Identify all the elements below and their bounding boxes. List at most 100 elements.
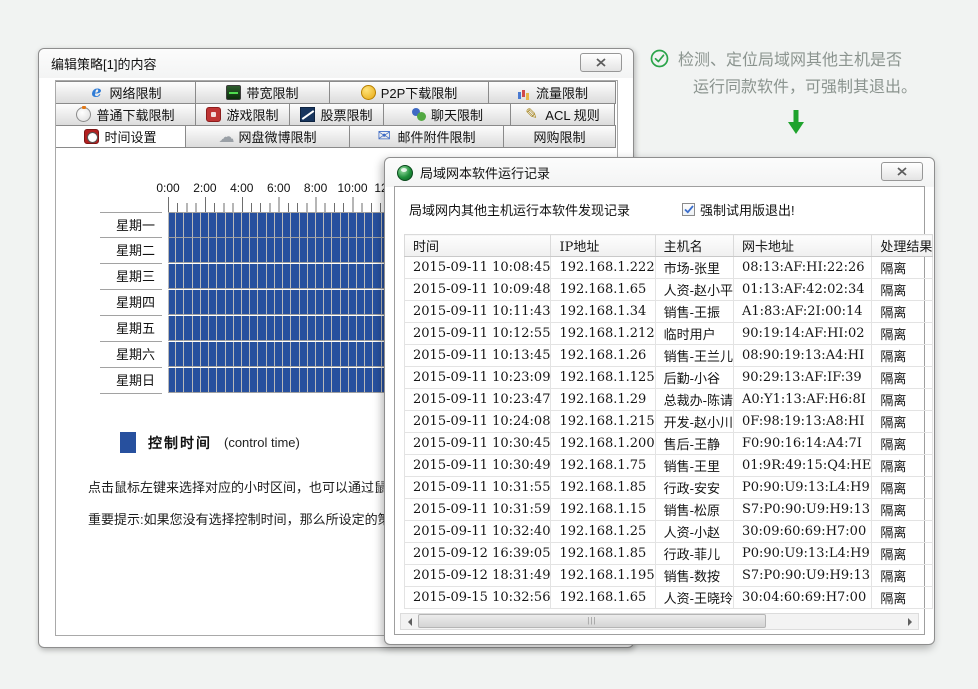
schedule-cell[interactable] [324, 316, 333, 341]
schedule-cell[interactable] [283, 316, 292, 341]
schedule-cell[interactable] [266, 342, 275, 367]
schedule-cell[interactable] [200, 290, 210, 315]
schedule-cell[interactable] [299, 264, 308, 289]
schedule-cell[interactable] [225, 368, 234, 393]
schedule-cell[interactable] [348, 316, 358, 341]
schedule-cell[interactable] [168, 368, 177, 393]
schedule-cell[interactable] [192, 316, 201, 341]
schedule-cell[interactable] [266, 264, 275, 289]
schedule-cell[interactable] [315, 264, 325, 289]
schedule-cell[interactable] [307, 316, 316, 341]
schedule-cell[interactable] [274, 290, 284, 315]
schedule-cell[interactable] [258, 212, 267, 238]
schedule-cell[interactable] [299, 316, 308, 341]
table-row[interactable]: 2015-09-11 10:13:45 192.168.1.26 销售-王兰儿 08:… [403, 344, 934, 367]
table-row[interactable]: 2015-09-11 10:30:45 192.168.1.200 售后-王静 F0:… [403, 432, 934, 455]
schedule-cell[interactable] [266, 368, 275, 393]
schedule-cell[interactable] [357, 238, 366, 263]
schedule-cell[interactable] [315, 212, 325, 238]
schedule-cell[interactable] [324, 368, 333, 393]
schedule-cell[interactable] [241, 290, 251, 315]
records-window-titlebar[interactable]: 局域网本软件运行记录 [385, 158, 934, 187]
schedule-cell[interactable] [348, 342, 358, 367]
schedule-cell[interactable] [357, 212, 366, 238]
schedule-cell[interactable] [365, 290, 374, 315]
schedule-cell[interactable] [357, 342, 366, 367]
schedule-cell[interactable] [200, 316, 210, 341]
tab-bandwidth[interactable]: 带宽限制 [195, 81, 330, 104]
schedule-cell[interactable] [283, 212, 292, 238]
schedule-cell[interactable] [307, 212, 316, 238]
schedule-cell[interactable] [291, 316, 300, 341]
schedule-cell[interactable] [340, 264, 349, 289]
schedule-cell[interactable] [209, 316, 218, 341]
schedule-cell[interactable] [299, 342, 308, 367]
schedule-cell[interactable] [176, 238, 185, 263]
schedule-cell[interactable] [241, 316, 251, 341]
schedule-cell[interactable] [192, 290, 201, 315]
schedule-cell[interactable] [373, 238, 382, 263]
schedule-cell[interactable] [168, 238, 177, 263]
column-header[interactable]: 处理结果 [871, 234, 934, 257]
schedule-cell[interactable] [200, 238, 210, 263]
column-header[interactable]: IP地址 [550, 234, 656, 257]
schedule-cell[interactable] [332, 212, 341, 238]
schedule-cell[interactable] [315, 368, 325, 393]
table-row[interactable]: 2015-09-15 10:32:56 192.168.1.65 人资-王晓玲 30:… [403, 586, 934, 609]
schedule-cell[interactable] [307, 342, 316, 367]
schedule-cell[interactable] [184, 368, 193, 393]
schedule-cell[interactable] [315, 316, 325, 341]
column-header[interactable]: 主机名 [654, 234, 735, 257]
schedule-cell[interactable] [192, 238, 201, 263]
schedule-cell[interactable] [332, 264, 341, 289]
table-row[interactable]: 2015-09-11 10:23:09 192.168.1.125 后勤-小谷 90:… [403, 366, 934, 389]
scrollbar-thumb[interactable]: ||| [418, 614, 766, 628]
schedule-cell[interactable] [184, 290, 193, 315]
schedule-cell[interactable] [307, 264, 316, 289]
table-row[interactable]: 2015-09-11 10:23:47 192.168.1.29 总裁办-陈请 A0:… [403, 388, 934, 411]
schedule-cell[interactable] [250, 238, 259, 263]
schedule-cell[interactable] [365, 264, 374, 289]
column-header[interactable]: 网卡地址 [732, 234, 873, 257]
schedule-cell[interactable] [241, 238, 251, 263]
table-row[interactable]: 2015-09-11 10:11:43 192.168.1.34 销售-王振 A1:8… [403, 300, 934, 323]
schedule-cell[interactable] [373, 368, 382, 393]
tab-stock[interactable]: 股票限制 [289, 103, 384, 126]
tab-traffic[interactable]: 流量限制 [488, 81, 616, 104]
schedule-cell[interactable] [283, 290, 292, 315]
schedule-cell[interactable] [258, 316, 267, 341]
schedule-cell[interactable] [332, 238, 341, 263]
schedule-cell[interactable] [340, 238, 349, 263]
schedule-cell[interactable] [274, 316, 284, 341]
schedule-cell[interactable] [241, 342, 251, 367]
schedule-cell[interactable] [168, 316, 177, 341]
schedule-cell[interactable] [340, 316, 349, 341]
schedule-cell[interactable] [348, 238, 358, 263]
table-row[interactable]: 2015-09-11 10:32:40 192.168.1.25 人资-小赵 30:0… [403, 520, 934, 543]
schedule-cell[interactable] [209, 342, 218, 367]
schedule-cell[interactable] [340, 342, 349, 367]
schedule-cell[interactable] [233, 316, 242, 341]
schedule-cell[interactable] [225, 316, 234, 341]
tab-download[interactable]: 普通下载限制 [56, 103, 196, 126]
schedule-cell[interactable] [258, 290, 267, 315]
schedule-cell[interactable] [209, 264, 218, 289]
schedule-cell[interactable] [348, 368, 358, 393]
table-row[interactable]: 2015-09-11 10:09:48 192.168.1.65 人资-赵小平 01:… [403, 278, 934, 301]
schedule-cell[interactable] [176, 368, 185, 393]
close-button[interactable] [881, 162, 923, 181]
schedule-cell[interactable] [291, 264, 300, 289]
tab-mail[interactable]: 邮件附件限制 [349, 125, 504, 148]
schedule-cell[interactable] [241, 264, 251, 289]
table-row[interactable]: 2015-09-11 10:08:45 192.168.1.222 市场-张里 08:… [403, 256, 934, 279]
schedule-cell[interactable] [291, 290, 300, 315]
schedule-cell[interactable] [176, 264, 185, 289]
schedule-cell[interactable] [266, 316, 275, 341]
schedule-cell[interactable] [373, 212, 382, 238]
schedule-cell[interactable] [266, 238, 275, 263]
schedule-cell[interactable] [209, 238, 218, 263]
schedule-cell[interactable] [307, 368, 316, 393]
schedule-cell[interactable] [233, 342, 242, 367]
schedule-cell[interactable] [340, 290, 349, 315]
schedule-cell[interactable] [168, 212, 177, 238]
